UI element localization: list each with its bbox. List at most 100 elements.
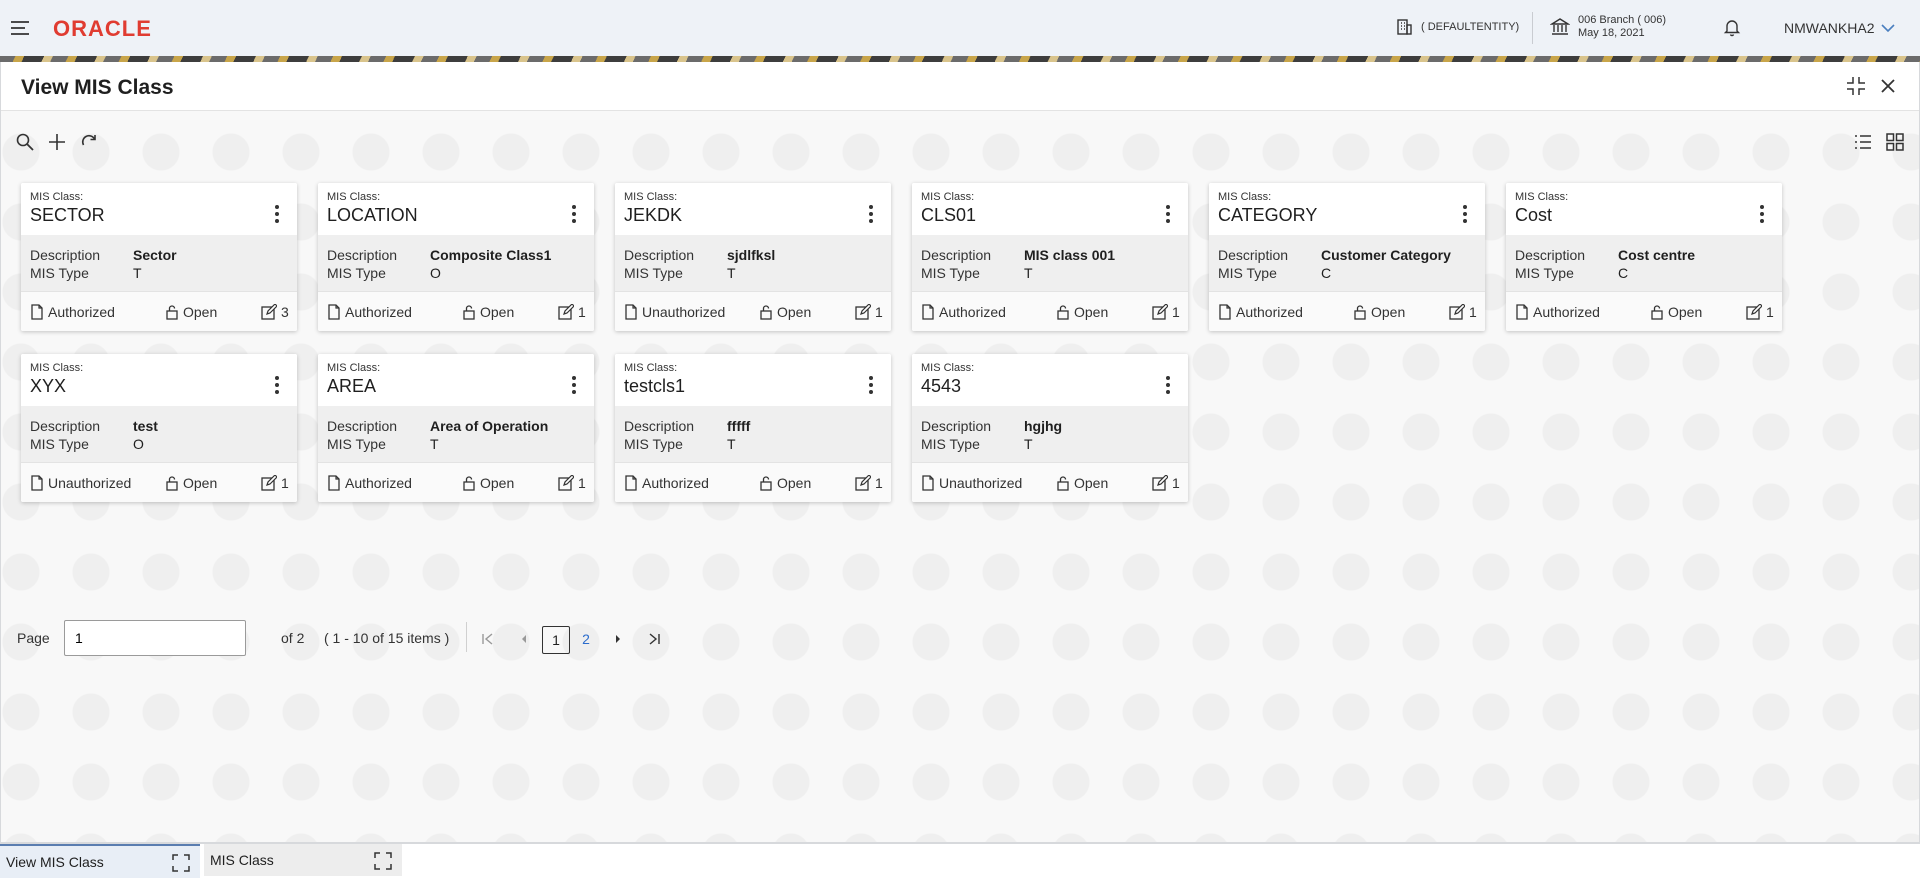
document-icon <box>327 475 341 491</box>
kebab-icon[interactable] <box>269 203 285 225</box>
document-icon <box>30 304 44 320</box>
auth-status: Authorized <box>624 475 709 491</box>
page-number-input[interactable] <box>64 620 246 656</box>
description-value: Area of Operation <box>430 418 549 434</box>
mis-class-card[interactable]: MIS Class: AREA Description Area of Operati… <box>318 354 594 502</box>
auth-status: Authorized <box>327 304 412 320</box>
kebab-icon[interactable] <box>1457 203 1473 225</box>
toolbar-actions <box>15 132 99 152</box>
mis-class-code: LOCATION <box>327 205 418 225</box>
mis-class-card[interactable]: MIS Class: CATEGORY Description Customer Ca… <box>1209 183 1485 331</box>
record-status: Open <box>759 304 811 320</box>
entity-selector[interactable]: ( DEFAULTENTITY) <box>1395 18 1519 36</box>
kebab-icon[interactable] <box>566 374 582 396</box>
bell-icon[interactable] <box>1722 17 1742 37</box>
pager-range: ( 1 - 10 of 15 items ) <box>324 630 450 646</box>
mis-class-code: CLS01 <box>921 205 977 225</box>
mis-class-code: Cost <box>1515 205 1553 225</box>
user-menu[interactable]: NMWANKHA2 <box>1784 20 1895 36</box>
view-mis-class-panel: View MIS Class MIS Class: SECTOR Descripti… <box>0 62 1920 843</box>
card-label: MIS Class: <box>327 362 381 374</box>
refresh-icon[interactable] <box>79 132 99 152</box>
unlock-icon <box>1353 304 1367 320</box>
modification-count-value: 1 <box>1172 475 1180 491</box>
prev-page-icon[interactable] <box>517 632 531 646</box>
close-icon[interactable] <box>1879 77 1897 95</box>
page-2-button[interactable]: 2 <box>573 626 599 652</box>
unlock-icon <box>165 304 179 320</box>
card-details: Description MIS class 001 MIS Type T <box>912 235 1188 291</box>
mis-type-label: MIS Type <box>1515 265 1574 281</box>
mis-class-card[interactable]: MIS Class: XYX Description test MIS Type O Una… <box>21 354 297 502</box>
mis-type-value: C <box>1321 265 1332 281</box>
kebab-icon[interactable] <box>863 374 879 396</box>
card-details: Description test MIS Type O <box>21 406 297 462</box>
mis-class-card[interactable]: MIS Class: SECTOR Description Sector MIS Typ… <box>21 183 297 331</box>
pager-total: of 2 <box>281 630 305 646</box>
branch-selector[interactable]: 006 Branch ( 006) May 18, 2021 <box>1550 14 1666 40</box>
card-details: Description Cost centre MIS Type C <box>1506 235 1782 291</box>
tab-label: MIS Class <box>210 852 274 868</box>
modification-count: 1 <box>1746 304 1774 320</box>
kebab-icon[interactable] <box>863 203 879 225</box>
expand-icon[interactable] <box>374 852 392 870</box>
auth-status: Authorized <box>1218 304 1303 320</box>
modification-count: 1 <box>1152 475 1180 491</box>
mis-type-value: O <box>133 436 144 452</box>
search-icon[interactable] <box>15 132 35 152</box>
description-value: Customer Category <box>1321 247 1451 263</box>
tab-mis-class[interactable]: MIS Class <box>204 844 402 876</box>
mis-class-card[interactable]: MIS Class: Cost Description Cost centre MIS … <box>1506 183 1782 331</box>
card-label: MIS Class: <box>30 191 84 203</box>
record-status-label: Open <box>1074 475 1109 491</box>
record-status: Open <box>462 304 514 320</box>
record-status-label: Open <box>777 304 812 320</box>
page-1-button[interactable]: 1 <box>542 626 570 654</box>
tab-view-mis-class[interactable]: View MIS Class <box>0 844 200 878</box>
mis-class-code: XYX <box>30 376 67 396</box>
mis-class-card[interactable]: MIS Class: JEKDK Description sjdlfksl MIS Ty… <box>615 183 891 331</box>
mis-class-code: 4543 <box>921 376 962 396</box>
unlock-icon <box>462 475 476 491</box>
list-view-icon[interactable] <box>1853 132 1873 152</box>
kebab-icon[interactable] <box>269 374 285 396</box>
kebab-icon[interactable] <box>1160 203 1176 225</box>
unlock-icon <box>759 304 773 320</box>
mis-class-card[interactable]: MIS Class: 4543 Description hgjhg MIS Type T U… <box>912 354 1188 502</box>
auth-status-label: Authorized <box>939 304 1006 320</box>
modification-count: 1 <box>558 475 586 491</box>
record-status: Open <box>1056 475 1108 491</box>
building-icon <box>1395 18 1413 36</box>
card-label: MIS Class: <box>1218 191 1272 203</box>
plus-icon[interactable] <box>47 132 67 152</box>
last-page-icon[interactable] <box>647 632 661 646</box>
next-page-icon[interactable] <box>611 632 625 646</box>
auth-status-label: Authorized <box>345 475 412 491</box>
unlock-icon <box>165 475 179 491</box>
mis-type-value: O <box>430 265 441 281</box>
description-label: Description <box>921 418 992 434</box>
record-status: Open <box>1650 304 1702 320</box>
kebab-icon[interactable] <box>1160 374 1176 396</box>
record-status: Open <box>1056 304 1108 320</box>
edit-icon <box>1746 304 1762 320</box>
kebab-icon[interactable] <box>566 203 582 225</box>
mis-class-code: CATEGORY <box>1218 205 1318 225</box>
description-value: hgjhg <box>1024 418 1063 434</box>
mis-class-card[interactable]: MIS Class: LOCATION Description Composite C… <box>318 183 594 331</box>
auth-status-label: Unauthorized <box>939 475 1023 491</box>
page-title: View MIS Class <box>21 76 174 99</box>
first-page-icon[interactable] <box>481 632 495 646</box>
mis-class-card[interactable]: MIS Class: CLS01 Description MIS class 001 M… <box>912 183 1188 331</box>
menu-icon[interactable] <box>10 18 30 38</box>
record-status-label: Open <box>1371 304 1406 320</box>
mis-class-card[interactable]: MIS Class: testcls1 Description fffff MIS Ty… <box>615 354 891 502</box>
expand-icon[interactable] <box>172 854 190 872</box>
card-details: Description Sector MIS Type T <box>21 235 297 291</box>
document-icon <box>921 475 935 491</box>
minimize-icon[interactable] <box>1846 76 1866 96</box>
grid-view-icon[interactable] <box>1885 132 1905 152</box>
kebab-icon[interactable] <box>1754 203 1770 225</box>
document-icon <box>624 475 638 491</box>
auth-status: Unauthorized <box>30 475 131 491</box>
